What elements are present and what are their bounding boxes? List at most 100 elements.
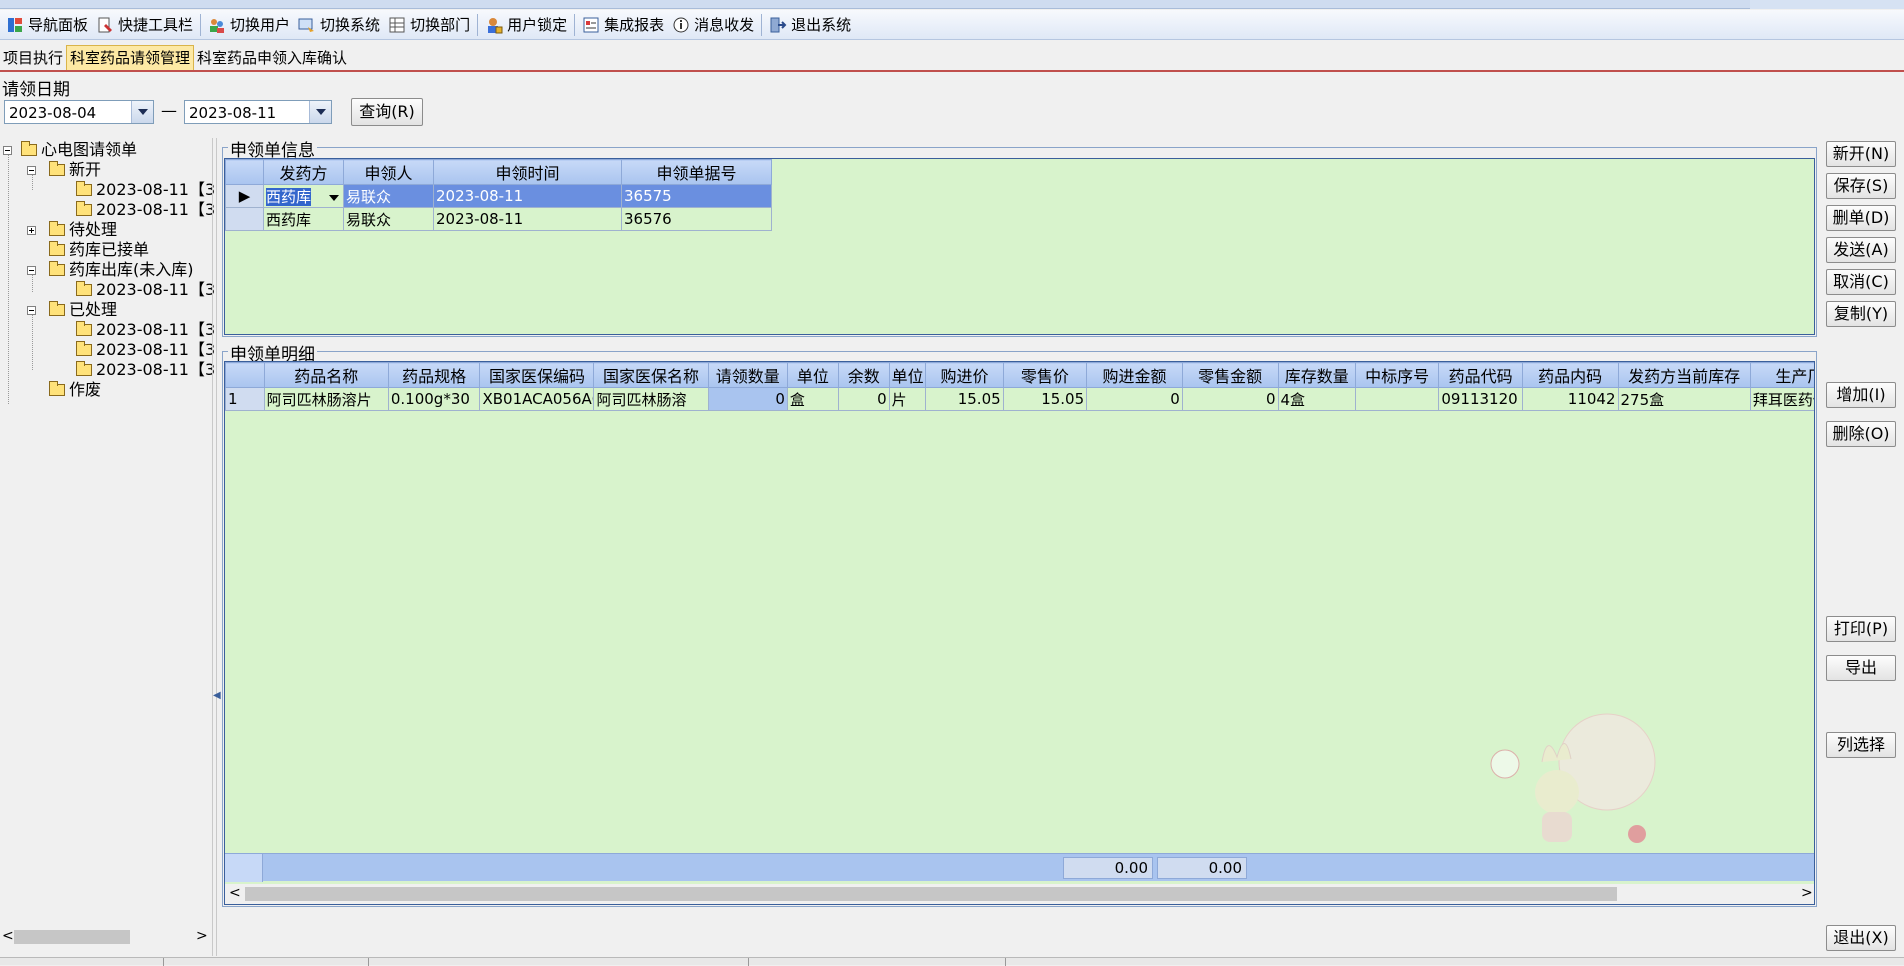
toolbar-switch-system-button[interactable]: 切换系统: [294, 12, 384, 38]
toolbar-separator: [477, 13, 479, 36]
col-header-purchase-amount[interactable]: 购进金额: [1086, 362, 1183, 388]
tab-project-execution[interactable]: 项目执行: [0, 46, 66, 70]
print-button[interactable]: 打印(P): [1826, 616, 1896, 642]
col-header-stock-qty[interactable]: 库存数量: [1277, 362, 1356, 388]
tree-node-received[interactable]: 药库已接单: [49, 240, 149, 260]
date-to-picker[interactable]: 2023-08-11: [184, 100, 332, 124]
col-header-manufacturer[interactable]: 生产厂家: [1749, 362, 1814, 388]
column-select-button[interactable]: 列选择: [1826, 732, 1896, 758]
col-header-unit[interactable]: 单位: [786, 362, 839, 388]
new-button[interactable]: 新开(N): [1826, 141, 1896, 167]
scrollbar-thumb[interactable]: [245, 887, 1617, 901]
toolbar-user-lock-button[interactable]: 用户锁定: [481, 12, 571, 38]
collapse-icon[interactable]: [3, 146, 12, 155]
cell-spec: 0.100g*30: [387, 387, 481, 411]
cell-request-qty[interactable]: 0: [707, 387, 788, 411]
toolbar-switch-department-button[interactable]: 切换部门: [384, 12, 474, 38]
save-button[interactable]: 保存(S): [1826, 173, 1896, 199]
cell-purchase-amount: 0: [1086, 387, 1183, 411]
date-from-picker[interactable]: 2023-08-04: [4, 100, 154, 124]
tree-label: 2023-08-11【3: [96, 360, 216, 379]
col-header-drug-name[interactable]: 药品名称: [263, 362, 389, 388]
tree-node-new-item[interactable]: 2023-08-11【3: [76, 200, 215, 220]
chevron-right-icon[interactable]: >: [1801, 885, 1813, 901]
col-header-issuer[interactable]: 发药方: [263, 159, 344, 185]
collapse-arrow-icon[interactable]: ◀: [213, 690, 221, 701]
chevron-down-icon[interactable]: [131, 101, 153, 123]
toolbar-switch-user-button[interactable]: 切换用户: [204, 12, 294, 38]
tree-node-processed-item[interactable]: 2023-08-11【3: [76, 320, 215, 340]
issuer-combo[interactable]: 西药库: [263, 184, 344, 208]
col-header-drug-code[interactable]: 药品代码: [1438, 362, 1523, 388]
col-header-insurance-name[interactable]: 国家医保名称: [593, 362, 709, 388]
send-button[interactable]: 发送(A): [1826, 237, 1896, 263]
exit-button[interactable]: 退出(X): [1826, 925, 1896, 951]
toolbar-navigation-panel-button[interactable]: 导航面板: [2, 12, 92, 38]
chevron-right-icon[interactable]: >: [196, 928, 208, 944]
expand-icon[interactable]: [27, 226, 36, 235]
tree-node-outbound-item[interactable]: 2023-08-11【3: [76, 280, 215, 300]
tree-node-new-item[interactable]: 2023-08-11【3: [76, 180, 215, 200]
col-header-purchase-price[interactable]: 购进价: [925, 362, 1004, 388]
toolbar-label: 导航面板: [28, 16, 89, 34]
exit-icon: [769, 16, 787, 34]
scrollbar-thumb[interactable]: [14, 930, 130, 944]
toolbar-message-button[interactable]: 消息收发: [668, 12, 758, 38]
tree-node-root[interactable]: 心电图请领单: [3, 140, 137, 160]
table-row[interactable]: ▶ 西药库 易联众 2023-08-11 36575: [225, 184, 772, 208]
decorative-character-image: [1487, 712, 1667, 852]
col-header-spec[interactable]: 药品规格: [387, 362, 481, 388]
chevron-down-icon[interactable]: [309, 101, 331, 123]
col-header-issuer-stock[interactable]: 发药方当前库存: [1617, 362, 1751, 388]
col-header-drug-internal-code[interactable]: 药品内码: [1521, 362, 1619, 388]
tree-node-pending[interactable]: 待处理: [27, 220, 117, 240]
chevron-left-icon[interactable]: <: [2, 928, 14, 944]
export-button[interactable]: 导出: [1826, 655, 1896, 681]
user-lock-icon: [485, 16, 503, 34]
chevron-down-icon[interactable]: [327, 190, 341, 202]
cell-drug-internal-code: 11042: [1521, 387, 1619, 411]
detail-horizontal-scrollbar[interactable]: < >: [225, 884, 1814, 904]
cancel-button[interactable]: 取消(C): [1826, 269, 1896, 295]
tab-drug-requisition-management[interactable]: 科室药品请领管理: [66, 45, 195, 70]
requisition-tree: 心电图请领单 新开 2023-08-11【3 2023-08-11【3 待处理 …: [0, 138, 215, 958]
tree-node-processed[interactable]: 已处理: [27, 300, 117, 320]
cell-unit: 盒: [786, 387, 839, 411]
collapse-icon[interactable]: [27, 306, 36, 315]
tree-node-processed-item[interactable]: 2023-08-11【3: [76, 340, 215, 360]
tab-drug-stock-in-confirmation[interactable]: 科室药品申领入库确认: [194, 46, 350, 70]
folder-icon: [76, 361, 92, 376]
query-button[interactable]: 查询(R): [351, 98, 423, 126]
tree-node-outbound[interactable]: 药库出库(未入库): [27, 260, 194, 280]
col-header-applicant[interactable]: 申领人: [343, 159, 434, 185]
cell-applicant: 易联众: [343, 207, 434, 231]
copy-button[interactable]: 复制(Y): [1826, 301, 1896, 327]
delete-row-button[interactable]: 删除(O): [1826, 421, 1896, 447]
tree-node-processed-item[interactable]: 2023-08-11【3: [76, 360, 215, 380]
collapse-icon[interactable]: [27, 166, 36, 175]
tree-node-new[interactable]: 新开: [27, 160, 101, 180]
cell-remainder: 0: [837, 387, 890, 411]
toolbar-quick-toolbar-button[interactable]: 快捷工具栏: [92, 12, 197, 38]
col-header-insurance-code[interactable]: 国家医保编码: [479, 362, 595, 388]
col-header-unit-2[interactable]: 单位: [888, 362, 927, 388]
col-header-request-qty[interactable]: 请领数量: [707, 362, 788, 388]
table-row[interactable]: 1 阿司匹林肠溶片 0.100g*30 XB01ACA056A0 阿司匹林肠溶 …: [225, 387, 1814, 411]
col-header-time[interactable]: 申领时间: [433, 159, 622, 185]
col-header-bid-number[interactable]: 中标序号: [1354, 362, 1440, 388]
tree-horizontal-scrollbar[interactable]: < >: [0, 928, 210, 946]
cell-insurance-code: XB01ACA056A0: [479, 387, 595, 411]
tree-node-void[interactable]: 作废: [49, 380, 101, 400]
add-row-button[interactable]: 增加(I): [1826, 382, 1896, 408]
table-row[interactable]: 西药库 易联众 2023-08-11 36576: [225, 207, 772, 231]
panel-splitter[interactable]: ◀: [212, 138, 221, 956]
chevron-left-icon[interactable]: <: [229, 885, 241, 901]
col-header-retail-price[interactable]: 零售价: [1002, 362, 1088, 388]
col-header-retail-amount[interactable]: 零售金额: [1181, 362, 1279, 388]
col-header-number[interactable]: 申领单据号: [621, 159, 772, 185]
collapse-icon[interactable]: [27, 266, 36, 275]
toolbar-report-button[interactable]: 集成报表: [578, 12, 668, 38]
delete-order-button[interactable]: 删单(D): [1826, 205, 1896, 231]
toolbar-exit-system-button[interactable]: 退出系统: [765, 12, 855, 38]
col-header-remainder[interactable]: 余数: [837, 362, 890, 388]
